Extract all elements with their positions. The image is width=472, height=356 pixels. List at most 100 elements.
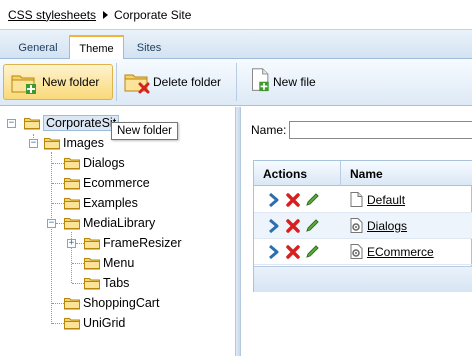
tree-node-tabs[interactable]: Tabs xyxy=(84,274,129,292)
tree-node-unigrid[interactable]: UniGrid xyxy=(64,314,125,332)
toolbar: New folder Delete folder New file xyxy=(0,59,472,106)
tab-sites[interactable]: Sites xyxy=(127,37,171,59)
tree-connector xyxy=(72,263,84,264)
tree-node-label: UniGrid xyxy=(83,316,126,330)
tree-node-ecommerce[interactable]: Ecommerce xyxy=(64,174,150,192)
file-link-default[interactable]: Default xyxy=(367,193,405,207)
folder-icon xyxy=(64,317,80,329)
tree-node-menu[interactable]: Menu xyxy=(84,254,134,272)
delete-icon[interactable] xyxy=(285,218,301,234)
folder-icon xyxy=(64,297,80,309)
grid-footer xyxy=(254,266,472,292)
folder-icon xyxy=(64,217,80,229)
select-icon[interactable] xyxy=(266,218,282,234)
new-file-label: New file xyxy=(273,75,316,89)
expand-toggle-icon[interactable]: + xyxy=(67,239,76,248)
gear-file-icon xyxy=(350,218,363,233)
folder-delete-icon xyxy=(124,74,150,94)
header-divider xyxy=(340,161,341,186)
breadcrumb-separator-icon xyxy=(103,10,109,19)
file-link-ecommerce[interactable]: ECommerce xyxy=(367,245,434,259)
tree-node-frameresizer[interactable]: FrameResizer xyxy=(84,234,182,252)
tree-connector xyxy=(52,303,64,304)
tree-node-label: CorporateSit xyxy=(43,115,120,131)
folder-icon xyxy=(84,257,100,269)
tree-connector xyxy=(51,152,52,324)
row-actions xyxy=(266,244,323,260)
file-grid: Actions Name Default Dialogs ECommerce xyxy=(253,160,472,292)
breadcrumb-link-css-stylesheets[interactable]: CSS stylesheets xyxy=(8,8,96,22)
table-row: Default xyxy=(254,187,472,213)
breadcrumb: CSS stylesheets Corporate Site xyxy=(0,0,472,29)
tree-node-label: ShoppingCart xyxy=(83,296,160,310)
row-actions xyxy=(266,218,323,234)
tree-connector xyxy=(72,283,84,284)
tab-theme[interactable]: Theme xyxy=(69,35,124,60)
tree-node-label: Examples xyxy=(83,196,138,210)
tree-connector xyxy=(76,243,84,244)
tab-bar: General Theme Sites xyxy=(0,29,472,60)
tree-node-label: Tabs xyxy=(103,276,130,290)
folder-icon xyxy=(24,117,40,129)
folder-add-icon xyxy=(11,75,36,94)
gear-file-icon xyxy=(350,244,363,259)
grid-header: Actions Name xyxy=(254,161,472,186)
tree-node-label: Ecommerce xyxy=(83,176,150,190)
tab-general[interactable]: General xyxy=(10,37,66,59)
toolbar-divider xyxy=(236,63,237,101)
tree-connector xyxy=(56,223,64,224)
edit-icon[interactable] xyxy=(304,244,320,260)
breadcrumb-current: Corporate Site xyxy=(114,7,192,22)
edit-icon[interactable] xyxy=(304,218,320,234)
row-actions xyxy=(266,192,323,208)
tree-connector xyxy=(52,203,64,204)
delete-icon[interactable] xyxy=(285,244,301,260)
name-filter: Name: xyxy=(251,121,472,139)
folder-icon xyxy=(44,137,60,149)
tree-node-examples[interactable]: Examples xyxy=(64,194,138,212)
collapse-toggle-icon[interactable]: − xyxy=(29,139,38,148)
collapse-toggle-icon[interactable]: − xyxy=(47,219,56,228)
tree-node-label: MediaLibrary xyxy=(83,216,156,230)
header-name[interactable]: Name xyxy=(350,167,383,181)
file-add-icon xyxy=(252,68,269,92)
new-folder-label: New folder xyxy=(42,75,100,89)
file-link-dialogs[interactable]: Dialogs xyxy=(367,219,407,233)
folder-icon xyxy=(84,277,100,289)
toolbar-divider xyxy=(116,63,117,101)
select-icon[interactable] xyxy=(266,192,282,208)
file-list-pane: Name: Actions Name Default Dialogs EComm… xyxy=(241,107,472,356)
tree-connector xyxy=(52,163,64,164)
delete-folder-button[interactable]: Delete folder xyxy=(119,64,229,100)
tree-node-label: Menu xyxy=(103,256,135,270)
tree-node-label: Dialogs xyxy=(83,156,125,170)
collapse-toggle-icon[interactable]: − xyxy=(7,119,16,128)
folder-icon xyxy=(64,157,80,169)
row-name: ECommerce xyxy=(350,244,434,259)
row-name: Default xyxy=(350,192,405,207)
new-folder-button[interactable]: New folder xyxy=(3,64,113,100)
tree-node-images[interactable]: Images xyxy=(44,134,104,152)
tree-node-dialogs[interactable]: Dialogs xyxy=(64,154,125,172)
folder-icon xyxy=(64,177,80,189)
delete-folder-label: Delete folder xyxy=(153,75,222,89)
name-filter-input[interactable] xyxy=(289,121,472,139)
delete-icon[interactable] xyxy=(285,192,301,208)
name-filter-label: Name: xyxy=(251,123,287,137)
edit-icon[interactable] xyxy=(304,192,320,208)
tree-node-medialibrary[interactable]: MediaLibrary xyxy=(64,214,155,232)
tree-node-shoppingcart[interactable]: ShoppingCart xyxy=(64,294,159,312)
header-actions: Actions xyxy=(263,167,308,181)
tree-connector xyxy=(52,183,64,184)
file-icon xyxy=(350,192,363,207)
tree-node-label: Images xyxy=(63,136,104,150)
table-row: Dialogs xyxy=(254,213,472,239)
folder-icon xyxy=(64,197,80,209)
tree-node-corporatesite[interactable]: CorporateSit xyxy=(24,114,120,132)
folder-icon xyxy=(84,237,100,249)
new-file-button[interactable]: New file xyxy=(243,64,333,100)
row-name: Dialogs xyxy=(350,218,407,233)
select-icon[interactable] xyxy=(266,244,282,260)
table-row: ECommerce xyxy=(254,239,472,265)
tooltip: New folder xyxy=(111,122,178,140)
